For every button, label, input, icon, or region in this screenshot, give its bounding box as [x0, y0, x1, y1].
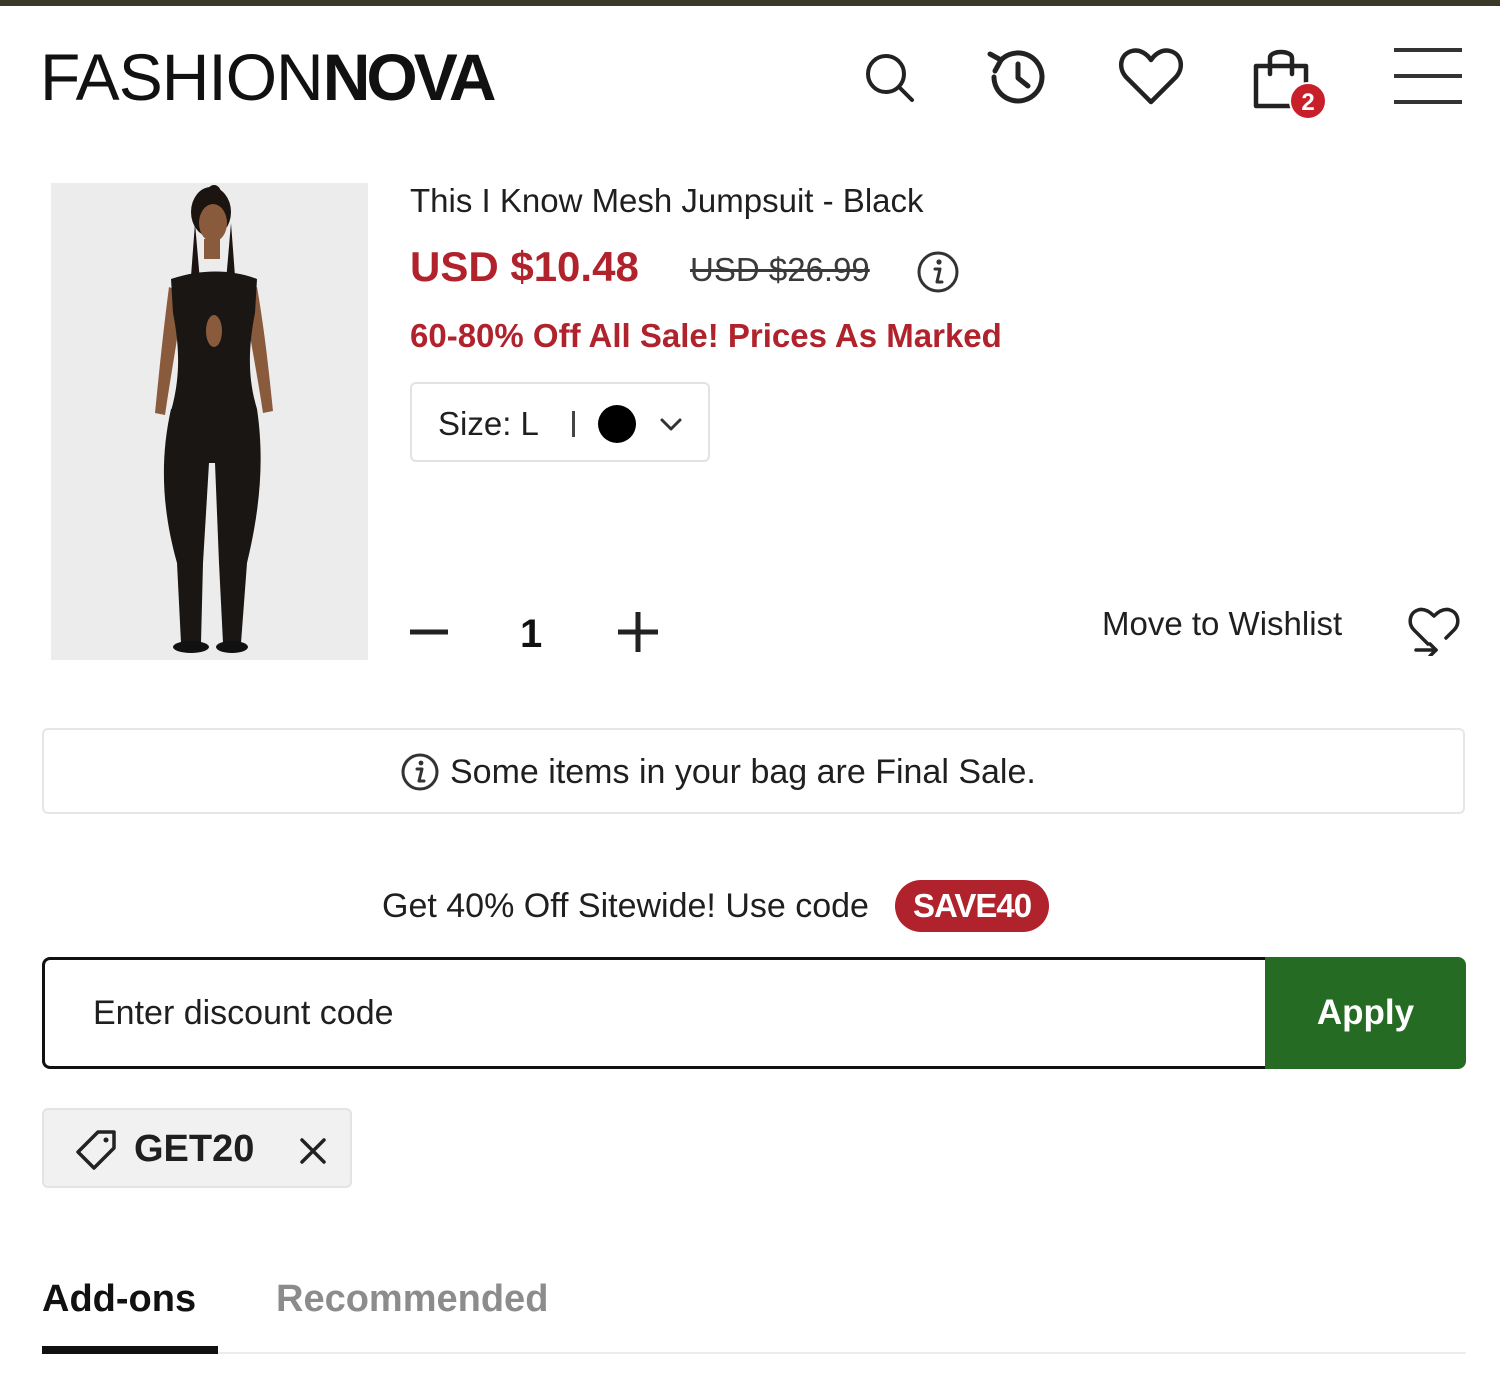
top-accent-bar — [0, 0, 1500, 6]
history-icon[interactable] — [984, 44, 1052, 110]
logo-light-text: FASHION — [40, 40, 324, 114]
fashion-nova-logo[interactable]: FASHIONNOVA — [40, 44, 497, 110]
sale-price: USD $10.48 — [410, 243, 639, 290]
chevron-down-icon — [658, 412, 684, 436]
menu-icon[interactable] — [1392, 46, 1464, 106]
heart-icon[interactable] — [1118, 46, 1184, 106]
quantity-value: 1 — [520, 612, 543, 656]
quantity-decrease-button[interactable] — [408, 611, 450, 653]
sitewide-promo: Get 40% Off Sitewide! Use code SAVE40 — [382, 880, 1050, 932]
heart-arrow-icon[interactable] — [1406, 604, 1462, 656]
applied-discount-chip: GET20 — [42, 1108, 352, 1188]
tag-icon — [72, 1128, 118, 1172]
sale-promo-text: 60-80% Off All Sale! Prices As Marked — [410, 317, 1002, 354]
discount-code-input[interactable] — [42, 957, 1268, 1069]
final-sale-text: Some items in your bag are Final Sale. — [450, 752, 1036, 791]
quantity-increase-button[interactable] — [616, 610, 660, 654]
variant-divider — [572, 411, 575, 437]
move-to-wishlist-link[interactable]: Move to Wishlist — [1102, 605, 1342, 643]
search-icon[interactable] — [862, 50, 916, 104]
tabs-divider — [42, 1352, 1466, 1354]
discount-form: Apply — [42, 957, 1466, 1069]
logo-bold-text: NOVA — [322, 40, 497, 114]
variant-selector[interactable]: Size: L — [410, 382, 710, 462]
tab-add-ons[interactable]: Add-ons — [42, 1278, 196, 1321]
promo-text: Get 40% Off Sitewide! Use code — [382, 886, 869, 925]
product-title[interactable]: This I Know Mesh Jumpsuit - Black — [410, 182, 924, 220]
compare-at-price: USD $26.99 — [690, 251, 870, 288]
final-sale-notice: Some items in your bag are Final Sale. — [42, 728, 1465, 814]
applied-code-text: GET20 — [134, 1128, 255, 1170]
color-swatch — [598, 405, 636, 443]
tab-recommended[interactable]: Recommended — [276, 1278, 548, 1321]
active-tab-indicator — [42, 1346, 218, 1354]
price-info-icon[interactable] — [916, 250, 960, 294]
cart-count-badge: 2 — [1289, 82, 1327, 120]
product-thumbnail[interactable] — [51, 183, 368, 660]
apply-discount-button[interactable]: Apply — [1265, 957, 1466, 1069]
close-icon[interactable] — [298, 1136, 328, 1166]
variant-size-label: Size: L — [438, 405, 539, 442]
info-icon — [400, 752, 440, 792]
promo-code-badge[interactable]: SAVE40 — [894, 880, 1050, 932]
